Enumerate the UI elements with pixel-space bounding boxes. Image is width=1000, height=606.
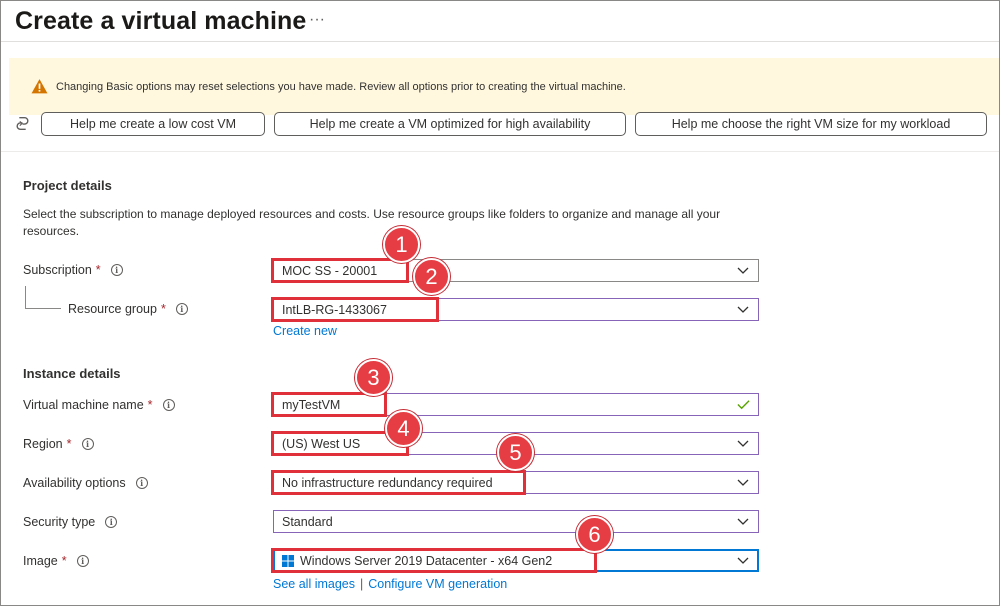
vm-name-label: Virtual machine name [23,398,144,412]
vm-name-input[interactable]: myTestVM [273,393,759,416]
windows-logo-icon [282,554,294,567]
resource-group-label: Resource group [68,302,157,316]
help-vm-size-button[interactable]: Help me choose the right VM size for my … [635,112,987,136]
copilot-icon [16,116,29,131]
region-value: (US) West US [282,436,361,451]
required-asterisk: * [160,302,166,316]
help-low-cost-vm-button[interactable]: Help me create a low cost VM [41,112,265,136]
required-asterisk: * [147,398,153,412]
info-icon[interactable]: i [162,399,175,411]
callout-badge-3: 3 [355,359,392,396]
callout-badge-4: 4 [385,410,422,447]
required-asterisk: * [61,554,67,568]
callout-badge-6: 6 [576,516,613,553]
info-icon[interactable]: i [81,438,94,450]
warning-triangle-icon [31,79,48,94]
tree-connector-horizontal [25,308,61,309]
resource-group-dropdown[interactable]: IntLB-RG-1433067 [273,298,759,321]
more-options-button[interactable]: ··· [309,11,325,29]
region-label: Region [23,437,63,451]
callout-badge-2: 2 [413,258,450,295]
project-details-heading: Project details [23,178,112,193]
security-type-label-row: Security type i [23,515,118,529]
image-value: Windows Server 2019 Datacenter - x64 Gen… [300,553,553,568]
availability-dropdown[interactable]: No infrastructure redundancy required [273,471,759,494]
availability-label: Availability options [23,476,126,490]
chevron-down-icon [737,479,749,486]
chevron-down-icon [737,440,749,447]
instance-details-heading: Instance details [23,366,121,381]
subscription-value: MOC SS - 20001 [282,263,378,278]
region-label-row: Region * i [23,437,94,451]
image-links-row: See all images | Configure VM generation [273,577,507,591]
security-type-dropdown[interactable]: Standard [273,510,759,533]
checkmark-icon [737,400,750,410]
required-asterisk: * [66,437,72,451]
vm-name-value: myTestVM [282,397,341,412]
help-high-availability-vm-button[interactable]: Help me create a VM optimized for high a… [274,112,626,136]
image-label-row: Image * i [23,554,89,568]
page-frame: Create a virtual machine ··· Changing Ba… [0,0,1000,606]
info-icon[interactable]: i [135,477,148,489]
subscription-label-row: Subscription * i [23,263,123,277]
callout-badge-1: 1 [383,226,420,263]
callout-badge-5: 5 [497,434,534,471]
create-new-resource-group-link[interactable]: Create new [273,324,337,338]
vm-name-label-row: Virtual machine name * i [23,398,175,412]
subscription-dropdown[interactable]: MOC SS - 20001 [273,259,759,282]
see-all-images-link[interactable]: See all images [273,577,355,591]
warning-text: Changing Basic options may reset selecti… [56,81,626,93]
security-type-value: Standard [282,514,333,529]
page-title: Create a virtual machine [15,7,307,35]
chevron-down-icon [737,557,749,564]
chevron-down-icon [737,267,749,274]
chevron-down-icon [737,306,749,313]
subscription-label: Subscription [23,263,92,277]
availability-value: No infrastructure redundancy required [282,475,493,490]
image-label: Image [23,554,58,568]
resource-group-label-row: Resource group * i [68,302,188,316]
title-divider [1,41,999,42]
info-icon[interactable]: i [175,303,188,315]
tree-connector-vertical [25,286,26,308]
security-type-label: Security type [23,515,96,529]
configure-vm-generation-link[interactable]: Configure VM generation [368,577,507,591]
availability-label-row: Availability options i [23,476,148,490]
section-divider [1,151,999,152]
info-icon[interactable]: i [105,516,118,528]
info-icon[interactable]: i [76,555,89,567]
link-separator: | [360,577,364,591]
resource-group-value: IntLB-RG-1433067 [282,302,387,317]
image-dropdown[interactable]: Windows Server 2019 Datacenter - x64 Gen… [273,549,759,572]
info-icon[interactable]: i [110,264,123,276]
required-asterisk: * [95,263,101,277]
chevron-down-icon [737,518,749,525]
